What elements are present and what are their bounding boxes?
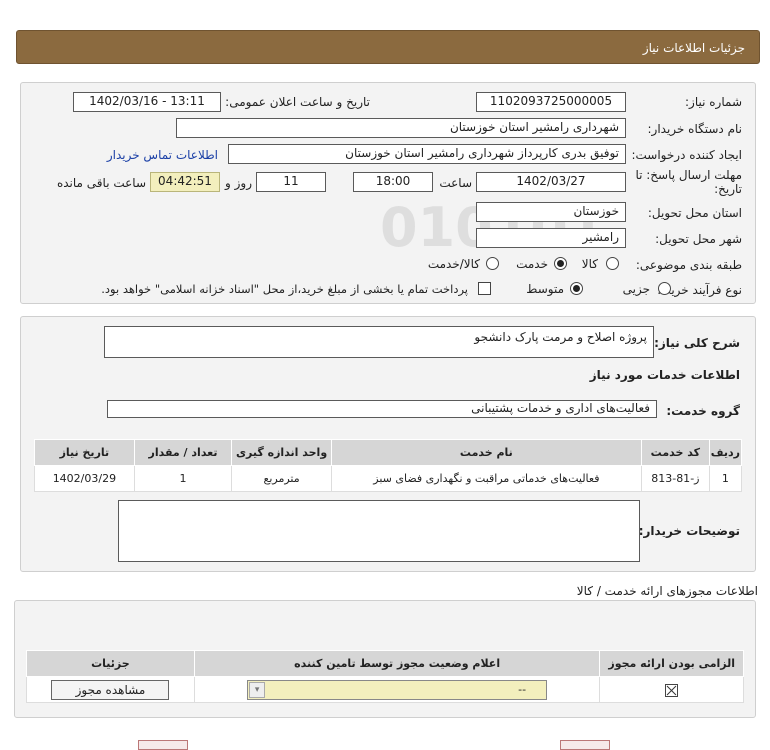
cell-license-details: مشاهده مجوز [26, 676, 195, 703]
deadline-label-2: تاریخ: [714, 182, 742, 196]
license-status-value: -- [518, 682, 527, 696]
col-need-date: تاریخ نیاز [34, 439, 135, 466]
need-number-label: شماره نیاز: [685, 95, 742, 109]
summary-label: شرح کلی نیاز: [654, 336, 740, 350]
licenses-title: اطلاعات مجوزهای ارائه خدمت / کالا [576, 584, 758, 598]
remaining-label: ساعت باقی مانده [56, 176, 146, 190]
requester-field[interactable]: توفیق بدری کارپرداز شهرداری رامشیر استان… [228, 144, 626, 164]
license-required-checkbox [665, 683, 679, 697]
announce-label: تاریخ و ساعت اعلان عمومی: [225, 95, 370, 109]
need-number-field[interactable]: 1102093725000005 [476, 92, 626, 112]
province-label: استان محل تحویل: [647, 206, 742, 220]
category-label: طبقه بندی موضوعی: [635, 258, 742, 272]
view-license-button[interactable]: مشاهده مجوز [51, 679, 170, 700]
buyer-notes-field [118, 500, 640, 562]
process-medium-radio[interactable] [570, 282, 583, 295]
deadline-time-label: ساعت [439, 176, 472, 190]
table-row: 1 ز-81-813 فعالیت‌های خدماتی مراقبت و نگ… [34, 465, 743, 492]
cell-license-status: -- ▾ [193, 676, 601, 703]
col-quantity: تعداد / مقدار [133, 439, 233, 466]
licenses-table-header: الزامی بودن ارائه مجوز اعلام وضعیت مجوز … [26, 650, 744, 677]
services-section-title: اطلاعات خدمات مورد نیاز [589, 368, 740, 382]
col-row: ردیف [708, 439, 743, 466]
chevron-down-icon[interactable]: ▾ [249, 681, 266, 698]
city-label: شهر محل تحویل: [655, 232, 742, 246]
col-license-details: جزئیات [26, 650, 195, 677]
col-license-status: اعلام وضعیت مجوز توسط تامین کننده [193, 650, 601, 677]
cell-unit: مترمربع [231, 465, 332, 492]
page-title-bar: جزئیات اطلاعات نیاز [16, 30, 760, 64]
x-mark-icon [666, 685, 677, 695]
treasury-payment-note: پرداخت تمام یا بخشی از مبلغ خرید،از محل … [101, 282, 468, 296]
cell-service-name: فعالیت‌های خدماتی مراقبت و نگهداری فضای … [330, 465, 642, 492]
category-goods-label: کالا [581, 257, 598, 271]
category-service-radio[interactable] [554, 257, 567, 270]
cell-quantity: 1 [133, 465, 233, 492]
remaining-time-field: 04:42:51 [150, 172, 220, 192]
city-field[interactable]: رامشیر [476, 228, 626, 248]
licenses-table: الزامی بودن ارائه مجوز اعلام وضعیت مجوز … [26, 650, 744, 703]
deadline-time-field[interactable]: 18:00 [353, 172, 433, 192]
col-service-name: نام خدمت [330, 439, 642, 466]
process-minor-label: جزیی [622, 282, 650, 296]
process-medium-label: متوسط [526, 282, 564, 296]
days-field[interactable]: 11 [256, 172, 326, 192]
category-goods-radio[interactable] [606, 257, 619, 270]
deadline-label-1: مهلت ارسال پاسخ: تا [635, 168, 742, 182]
services-table: ردیف کد خدمت نام خدمت واحد اندازه گیری ت… [34, 439, 743, 492]
province-field[interactable]: خوزستان [476, 202, 626, 222]
summary-field: پروژه اصلاح و مرمت پارک دانشجو [104, 326, 654, 358]
col-unit: واحد اندازه گیری [231, 439, 332, 466]
service-group-label: گروه خدمت: [666, 404, 740, 418]
bottom-button-left[interactable] [138, 740, 188, 750]
category-service-label: خدمت [516, 257, 548, 271]
cell-license-required [599, 676, 744, 703]
col-license-required: الزامی بودن ارائه مجوز [599, 650, 744, 677]
col-service-code: کد خدمت [640, 439, 710, 466]
services-table-header: ردیف کد خدمت نام خدمت واحد اندازه گیری ت… [34, 439, 743, 466]
license-status-select[interactable]: -- ▾ [247, 679, 548, 700]
days-label: روز و [225, 176, 252, 190]
process-minor-radio[interactable] [658, 282, 671, 295]
cell-row: 1 [708, 465, 743, 492]
bottom-button-right[interactable] [560, 740, 610, 750]
cell-need-date: 1402/03/29 [34, 465, 135, 492]
category-goods-service-radio[interactable] [486, 257, 499, 270]
buyer-notes-label: توضیحات خریدار: [638, 524, 740, 538]
cell-service-code: ز-81-813 [640, 465, 710, 492]
buyer-contact-link[interactable]: اطلاعات تماس خریدار [107, 148, 218, 162]
category-goods-service-label: کالا/خدمت [427, 257, 480, 271]
deadline-date-field[interactable]: 1402/03/27 [476, 172, 626, 192]
buyer-org-label: نام دستگاه خریدار: [647, 122, 743, 136]
buyer-org-field[interactable]: شهرداری رامشیر استان خوزستان [176, 118, 626, 138]
announce-field[interactable]: 1402/03/16 - 13:11 [73, 92, 221, 112]
page-title: جزئیات اطلاعات نیاز [642, 41, 745, 55]
service-group-field: فعالیت‌های اداری و خدمات پشتیبانی [107, 400, 657, 418]
requester-label: ایجاد کننده درخواست: [631, 148, 742, 162]
table-row: -- ▾ مشاهده مجوز [26, 676, 744, 703]
treasury-payment-checkbox[interactable] [478, 282, 491, 295]
